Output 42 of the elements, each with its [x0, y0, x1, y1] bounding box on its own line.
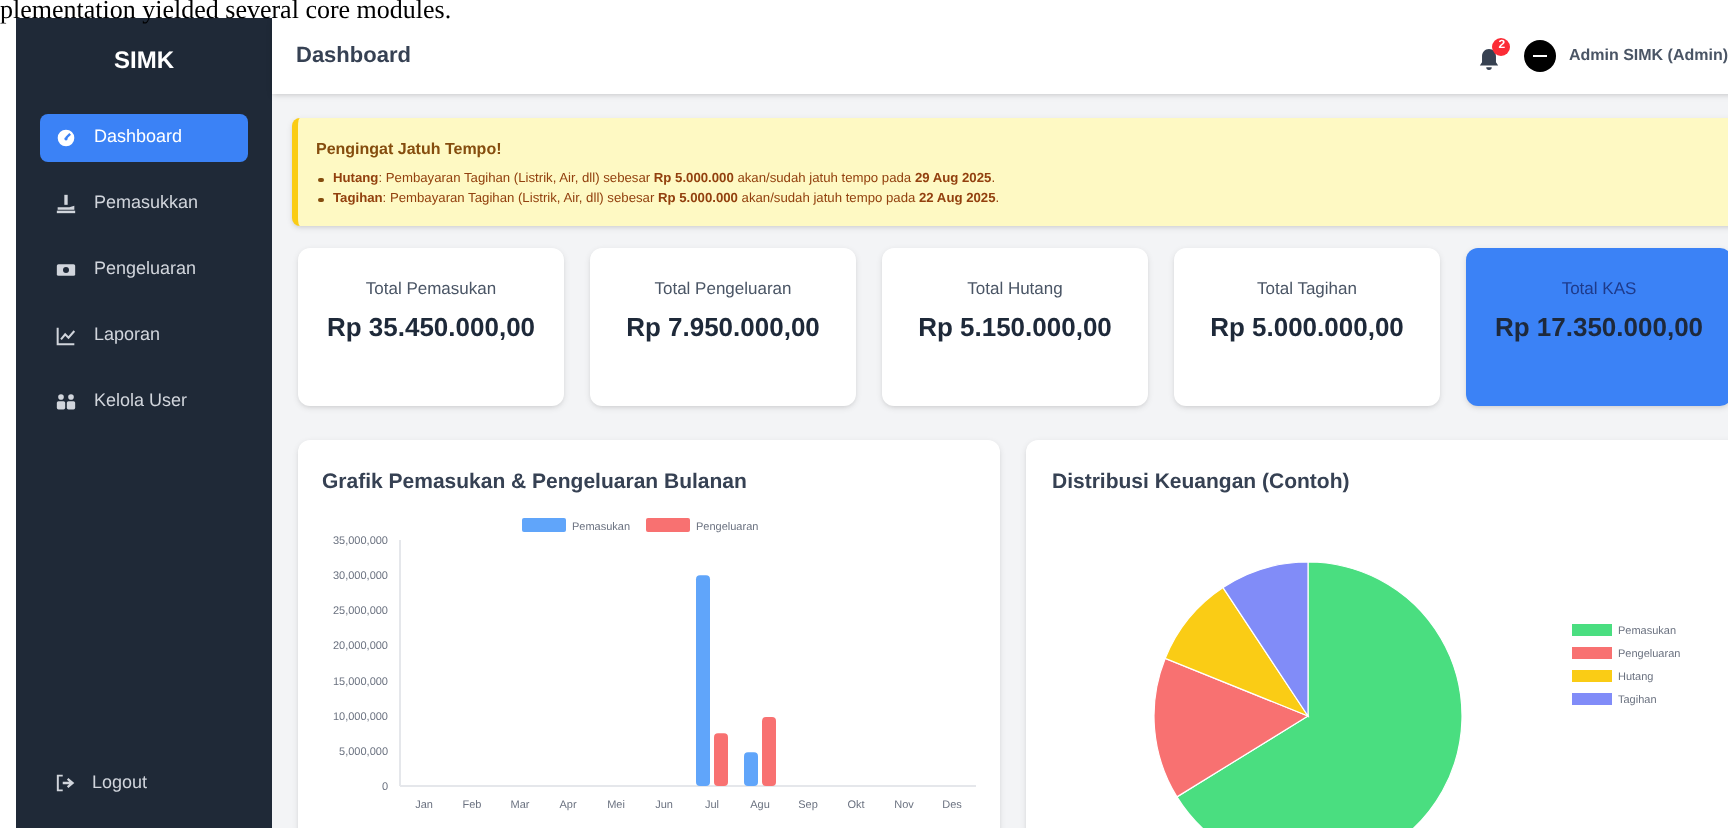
card-label: Total Pemasukan [365, 276, 497, 302]
nav-item[interactable]: Laporan [40, 312, 248, 360]
user-name: Admin SIMK (Admin) [1568, 44, 1728, 68]
page-title: Dashboard [296, 41, 411, 72]
users-icon [56, 392, 76, 412]
banknote-icon [56, 260, 76, 280]
alert-title: Pengingat Jatuh Tempo! [316, 138, 502, 162]
avatar-icon [1524, 40, 1557, 72]
hand-icon [56, 194, 76, 214]
card-label: Total Hutang [967, 276, 1063, 302]
bell-icon [1478, 48, 1501, 72]
card-value: Rp 7.950.000,00 [624, 309, 822, 346]
bullet-icon [318, 197, 323, 203]
card-value: Rp 5.150.000,00 [916, 309, 1114, 346]
nav-item[interactable]: Kelola User [40, 378, 248, 426]
bullet-icon [318, 177, 323, 183]
line-chart-icon [56, 326, 76, 346]
legend-swatch [1572, 646, 1612, 659]
card-value: Rp 17.350.000,00 [1492, 309, 1706, 346]
card-label: Total KAS [1561, 276, 1637, 302]
card-label: Total Pengeluaran [654, 276, 792, 302]
card-value: Rp 35.450.000,00 [324, 309, 538, 346]
bar [744, 751, 758, 786]
bar [714, 732, 728, 786]
card-label: Total Tagihan [1257, 276, 1357, 302]
chart-title: Grafik Pemasukan & Pengeluaran Bulanan [322, 468, 747, 498]
logout-icon [56, 773, 76, 792]
nav-item[interactable]: Pemasukkan [40, 180, 248, 228]
legend-swatch [522, 517, 566, 532]
nav-item[interactable]: Pengeluaran [40, 246, 248, 294]
chart-title: Distribusi Keuangan (Contoh) [1052, 468, 1350, 498]
legend-swatch [1572, 669, 1612, 682]
app-title: SIMK [114, 44, 174, 78]
document-text: plementation yielded several core modules. [0, 0, 452, 20]
gauge-icon [56, 128, 76, 148]
card-value: Rp 5.000.000,00 [1208, 309, 1406, 346]
logout-button[interactable]: Logout [56, 769, 148, 796]
legend-swatch [646, 517, 690, 532]
legend-swatch [1572, 623, 1612, 636]
bar [762, 716, 776, 786]
legend-swatch [1572, 692, 1612, 705]
nav-item[interactable]: Dashboard [40, 114, 248, 162]
